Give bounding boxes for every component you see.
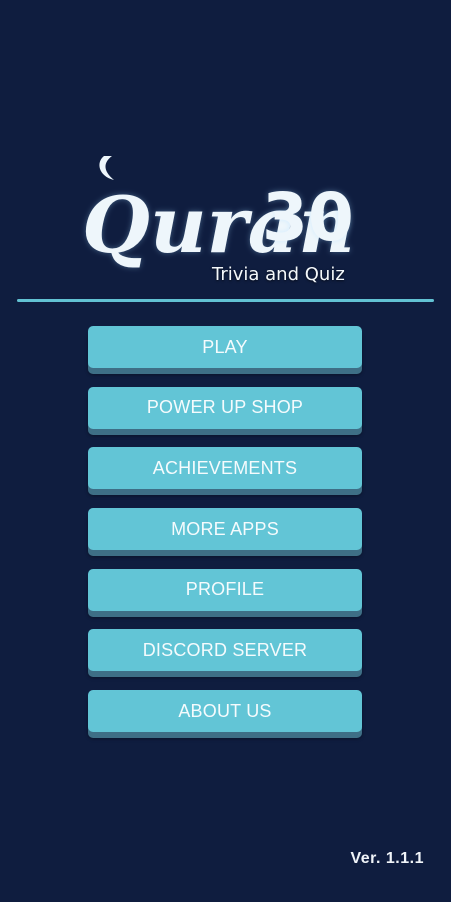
main-menu-screen: Quran 30 Trivia and Quiz PLAY POWER UP S… [0, 0, 451, 902]
logo-number: 30 [262, 179, 354, 256]
discord-server-button[interactable]: DISCORD SERVER [88, 629, 362, 672]
play-button[interactable]: PLAY [88, 326, 362, 368]
profile-button[interactable]: PROFILE [88, 568, 362, 611]
logo-subtitle: Trivia and Quiz [212, 264, 345, 285]
power-up-shop-button[interactable]: POWER UP SHOP [88, 386, 362, 429]
header-divider [17, 299, 434, 302]
main-menu: PLAY POWER UP SHOP ACHIEVEMENTS MORE APP… [88, 326, 363, 751]
version-label: Ver. 1.1.1 [350, 850, 424, 867]
logo-flourish [99, 156, 114, 180]
more-apps-button[interactable]: MORE APPS [88, 508, 362, 551]
app-logo: Quran 30 Trivia and Quiz [0, 140, 451, 290]
about-us-button[interactable]: ABOUT US [88, 690, 362, 733]
achievements-button[interactable]: ACHIEVEMENTS [88, 447, 362, 490]
